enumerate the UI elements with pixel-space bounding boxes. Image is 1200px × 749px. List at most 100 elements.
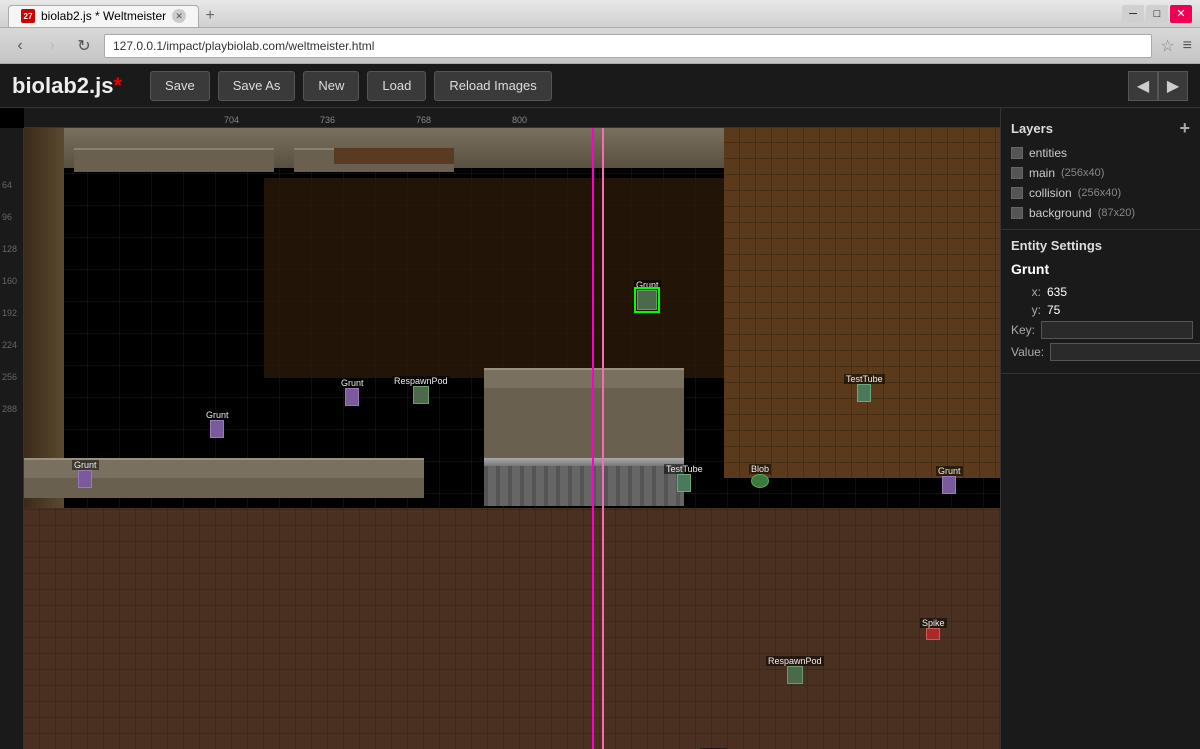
entity-blob[interactable]: Blob [749, 464, 771, 488]
layer-checkbox-background[interactable] [1011, 207, 1023, 219]
entity-respawnpod-2-label: RespawnPod [766, 656, 824, 666]
entity-testtube-1[interactable]: TestTube [844, 374, 885, 402]
reload-images-button[interactable]: Reload Images [434, 71, 551, 101]
entity-respawnpod-1[interactable]: RespawnPod [392, 376, 450, 404]
entity-respawnpod-2[interactable]: RespawnPod [766, 656, 824, 684]
address-bar[interactable]: 127.0.0.1/impact/playbiolab.com/weltmeis… [104, 34, 1152, 58]
ruler-224: 224 [2, 340, 17, 350]
ruler-mark-800: 800 [512, 115, 527, 125]
entity-respawnpod-2-body [787, 666, 803, 684]
entity-grunt-body-selected [637, 290, 657, 310]
entity-value-label: Value: [1011, 345, 1044, 359]
browser-titlebar: 27 biolab2.js * Weltmeister ✕ + ─ □ ✕ [0, 0, 1200, 28]
minimize-button[interactable]: ─ [1122, 5, 1144, 23]
close-button[interactable]: ✕ [1170, 5, 1192, 23]
entity-grunt-1-label: Grunt [339, 378, 366, 388]
app-toolbar: biolab2.js* Save Save As New Load Reload… [0, 64, 1200, 108]
layers-section: Layers + entities main (256x40) collisio… [1001, 108, 1200, 230]
entity-grunt-2[interactable]: Grunt [204, 410, 231, 438]
entity-blob-label: Blob [749, 464, 771, 474]
back-button[interactable]: ‹ [8, 34, 32, 58]
ruler-192: 192 [2, 308, 17, 318]
reload-button[interactable]: ↻ [72, 34, 96, 58]
layer-checkbox-main[interactable] [1011, 167, 1023, 179]
entity-grunt-4[interactable]: Grunt [936, 466, 963, 494]
entity-testtube-2[interactable]: TestTube [664, 464, 705, 492]
ruler-256: 256 [2, 372, 17, 382]
entity-grunt-3[interactable]: Grunt [72, 460, 99, 488]
entity-grunt-3-label: Grunt [72, 460, 99, 470]
browser-tab[interactable]: 27 biolab2.js * Weltmeister ✕ [8, 5, 199, 27]
menu-icon[interactable]: ≡ [1183, 37, 1192, 55]
tile-platform-1 [74, 148, 274, 172]
save-button[interactable]: Save [150, 71, 210, 101]
entity-selection-box [634, 287, 660, 313]
ruler-160: 160 [2, 276, 17, 286]
entity-grunt-4-body [942, 476, 956, 494]
earth-block-1 [334, 148, 454, 164]
mid-platform [484, 368, 684, 388]
add-layer-button[interactable]: + [1179, 118, 1190, 139]
right-rocky-terrain [724, 128, 1000, 478]
bookmark-icon[interactable]: ☆ [1160, 36, 1174, 56]
entity-key-input[interactable] [1041, 321, 1193, 339]
forward-button[interactable]: › [40, 34, 64, 58]
layer-name-entities: entities [1029, 146, 1067, 160]
maximize-button[interactable]: □ [1146, 5, 1168, 23]
entity-testtube-1-body [857, 384, 871, 402]
new-tab-button[interactable]: + [199, 5, 221, 27]
layer-item-entities[interactable]: entities [1001, 143, 1200, 163]
layer-checkbox-collision[interactable] [1011, 187, 1023, 199]
mid-platform-body [484, 388, 684, 468]
entity-x-row: x: 635 [1011, 285, 1190, 299]
entity-x-value: 635 [1047, 285, 1067, 299]
scroll-right-button[interactable]: ▶ [1158, 71, 1188, 101]
browser-addressbar: ‹ › ↻ 127.0.0.1/impact/playbiolab.com/we… [0, 28, 1200, 64]
tab-close-button[interactable]: ✕ [172, 9, 186, 23]
entity-grunt-2-label: Grunt [204, 410, 231, 420]
entity-value-row: Value: [1011, 343, 1190, 361]
entity-grunt-selected[interactable]: Grunt [634, 280, 661, 310]
ruler-left: 64 96 128 160 192 224 256 288 [0, 128, 24, 749]
new-button[interactable]: New [303, 71, 359, 101]
layer-item-main[interactable]: main (256x40) [1001, 163, 1200, 183]
entity-name-display: Grunt [1011, 261, 1190, 277]
layer-checkbox-entities[interactable] [1011, 147, 1023, 159]
window-controls: ─ □ ✕ [1122, 5, 1192, 23]
entity-y-value: 75 [1047, 303, 1060, 317]
load-button[interactable]: Load [367, 71, 426, 101]
save-as-button[interactable]: Save As [218, 71, 296, 101]
magenta-line-1 [592, 128, 594, 749]
entity-key-row: Key: [1011, 321, 1190, 339]
entity-grunt-4-label: Grunt [936, 466, 963, 476]
dark-area-1 [264, 178, 744, 378]
layer-name-background: background [1029, 206, 1092, 220]
entity-key-label: Key: [1011, 323, 1035, 337]
layers-header: Layers + [1001, 114, 1200, 143]
ruler-128: 128 [2, 244, 17, 254]
scroll-left-button[interactable]: ◀ [1128, 71, 1158, 101]
game-world: Grunt Grunt RespawnPod Grunt [24, 128, 1000, 749]
entity-spike-body [926, 628, 940, 640]
ruler-mark-768: 768 [416, 115, 431, 125]
entity-grunt-3-body [78, 470, 92, 488]
tab-label: biolab2.js * Weltmeister [41, 9, 166, 23]
canvas-area[interactable]: 704 736 768 800 64 96 128 160 192 224 25… [0, 108, 1000, 749]
layer-size-main: (256x40) [1061, 167, 1104, 179]
layer-name-collision: collision [1029, 186, 1072, 200]
scroll-controls: ◀ ▶ [1128, 71, 1188, 101]
entity-grunt-1[interactable]: Grunt [339, 378, 366, 406]
layer-item-background[interactable]: background (87x20) [1001, 203, 1200, 223]
metal-body-1 [484, 466, 684, 506]
entity-testtube-2-body [677, 474, 691, 492]
entity-testtube-2-label: TestTube [664, 464, 705, 474]
layer-item-collision[interactable]: collision (256x40) [1001, 183, 1200, 203]
ruler-64: 64 [2, 180, 12, 190]
entity-spike[interactable]: Spike [920, 618, 947, 640]
ruler-288: 288 [2, 404, 17, 414]
lower-floor [24, 508, 1000, 749]
entity-y-label: y: [1011, 303, 1041, 317]
layer-name-main: main [1029, 166, 1055, 180]
magenta-line-2 [602, 128, 604, 749]
entity-value-input[interactable] [1050, 343, 1200, 361]
